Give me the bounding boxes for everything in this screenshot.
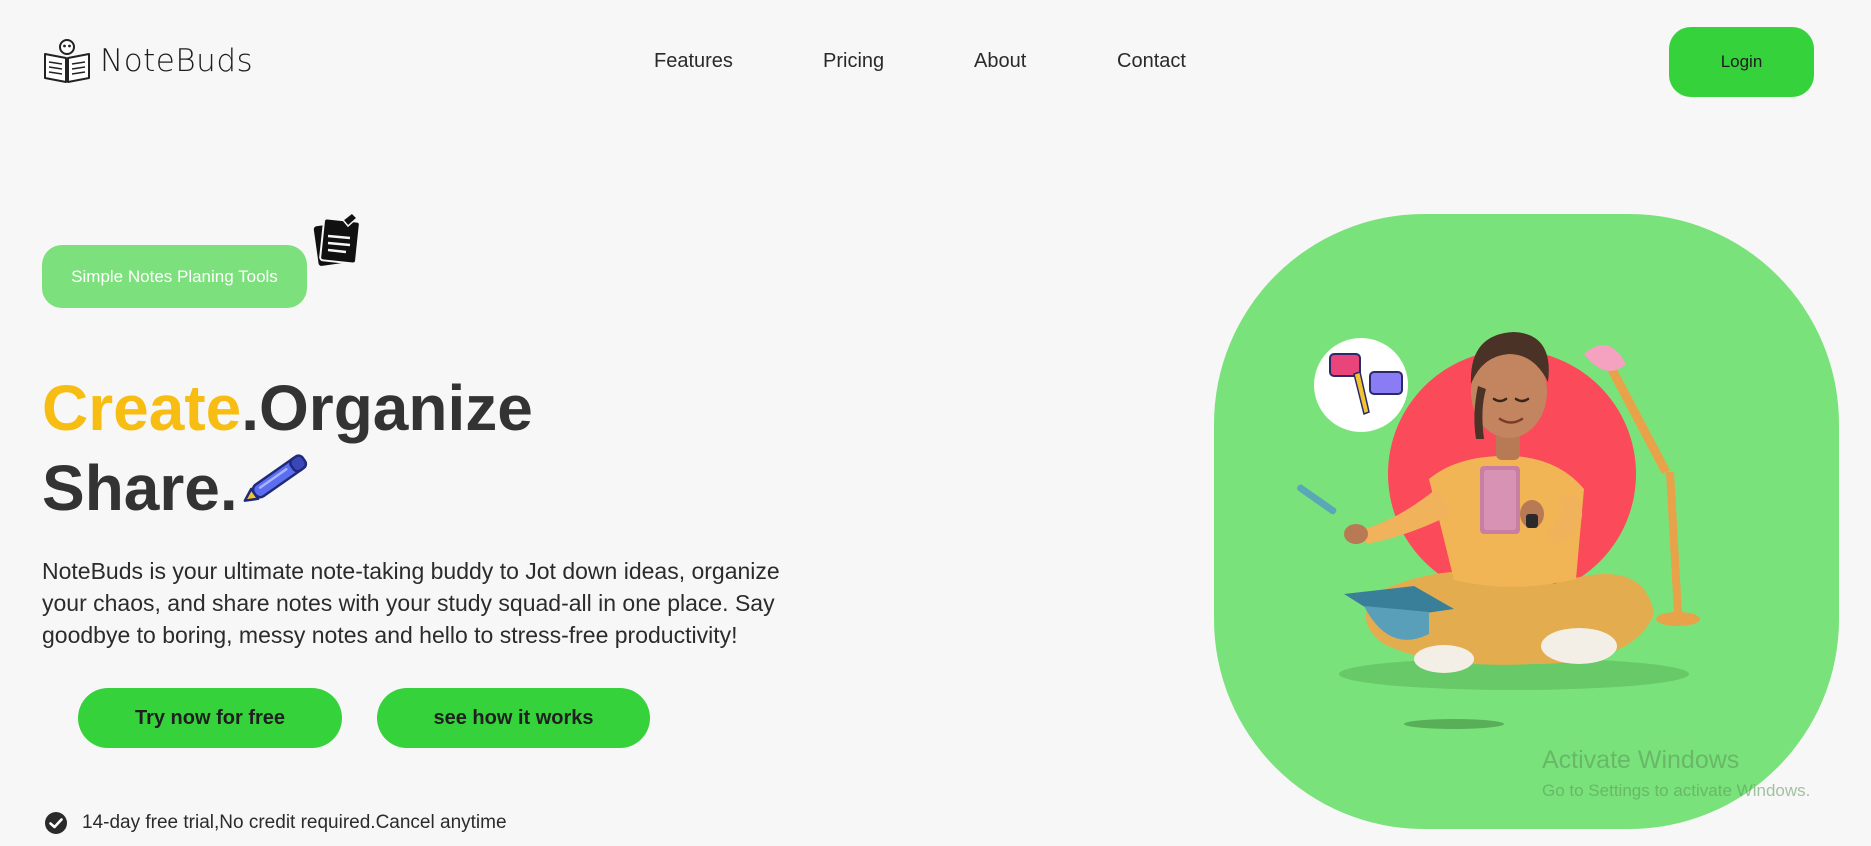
activation-watermark: Activate Windows Go to Settings to activ… — [1542, 746, 1810, 801]
student-illustration — [1297, 332, 1700, 729]
nav-features[interactable]: Features — [654, 50, 733, 73]
hero-illustration-panel — [1214, 214, 1839, 829]
notepad-icon — [313, 214, 361, 266]
how-it-works-button[interactable]: see how it works — [377, 688, 650, 748]
try-free-button[interactable]: Try now for free — [78, 688, 342, 748]
nav-contact[interactable]: Contact — [1117, 50, 1186, 73]
book-icon — [44, 39, 90, 83]
headline-dot: . — [241, 372, 259, 444]
brand-name: NoteBuds — [100, 43, 254, 79]
check-circle-icon — [45, 812, 67, 834]
nav-about[interactable]: About — [974, 50, 1026, 73]
headline-create: Create — [42, 372, 242, 444]
login-button[interactable]: Login — [1669, 27, 1814, 97]
trial-text: 14-day free trial,No credit required.Can… — [82, 812, 507, 833]
trial-note: 14-day free trial,No credit required.Can… — [44, 811, 507, 835]
tag-pill: Simple Notes Planing Tools — [42, 245, 307, 308]
watermark-title: Activate Windows — [1542, 746, 1740, 774]
headline-organize: Organize — [259, 372, 533, 444]
brand-logo[interactable]: NoteBuds — [42, 38, 253, 84]
watermark-subtitle: Go to Settings to activate Windows. — [1542, 781, 1811, 800]
pen-icon — [243, 454, 308, 502]
nav-pricing[interactable]: Pricing — [823, 50, 884, 73]
headline-share: Share. — [42, 452, 238, 524]
hero-description: NoteBuds is your ultimate note-taking bu… — [42, 558, 780, 648]
